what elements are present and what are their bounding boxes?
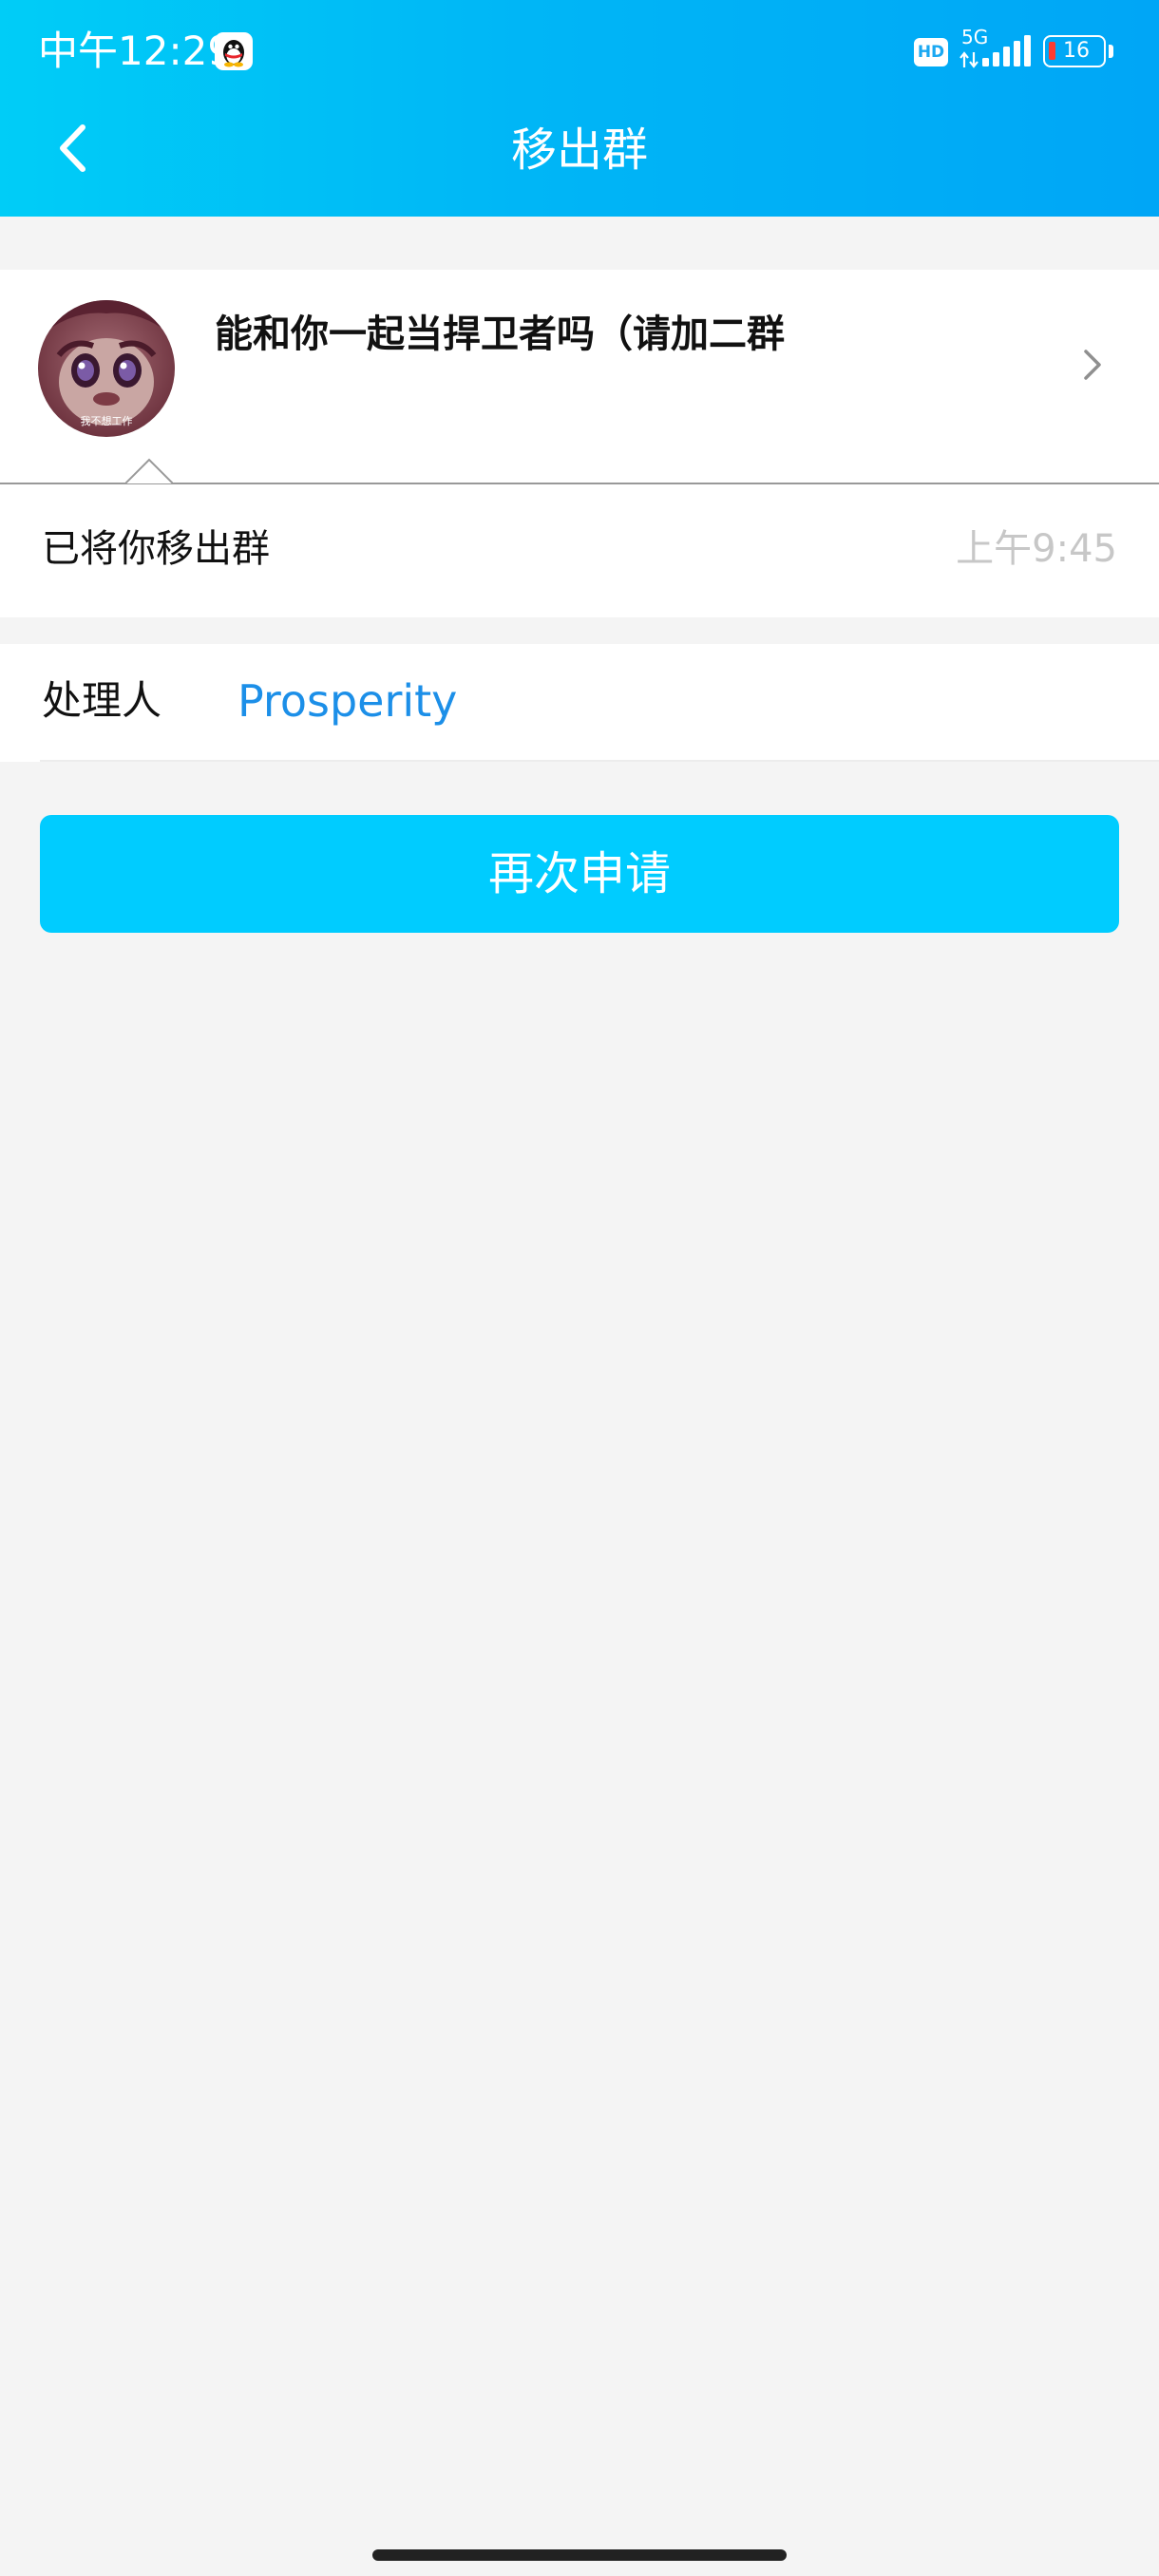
battery-tip bbox=[1109, 45, 1113, 58]
signal-strength-icon bbox=[982, 35, 1031, 66]
avatar-caption: 我不想工作 bbox=[81, 414, 133, 427]
pointer-notch bbox=[125, 458, 173, 484]
home-indicator[interactable] bbox=[372, 2549, 787, 2561]
status-time: 中午12:29 bbox=[38, 28, 234, 74]
group-info-row[interactable]: 我不想工作 能和你一起当捍卫者吗（请加二群 bbox=[0, 270, 1159, 483]
qq-notification-icon bbox=[215, 32, 253, 70]
battery-level-text: 16 bbox=[1063, 39, 1090, 63]
group-name: 能和你一起当捍卫者吗（请加二群 bbox=[215, 313, 785, 356]
handler-name-link[interactable]: Prosperity bbox=[238, 672, 457, 729]
chevron-right-icon bbox=[1084, 350, 1101, 380]
data-arrows-icon bbox=[960, 51, 978, 68]
group-avatar[interactable]: 我不想工作 bbox=[38, 300, 175, 437]
hd-badge: HD bbox=[914, 38, 948, 66]
card-divider bbox=[0, 483, 1159, 484]
message-time: 上午9:45 bbox=[956, 527, 1117, 571]
battery-icon: 16 bbox=[1043, 35, 1106, 67]
message-text: 已将你移出群 bbox=[42, 527, 270, 571]
reapply-button[interactable]: 再次申请 bbox=[40, 815, 1119, 933]
message-row: 已将你移出群 上午9:45 bbox=[0, 484, 1159, 617]
app-header: 中午12:29 HD 5G 16 移出群 bbox=[0, 0, 1159, 217]
row-separator bbox=[40, 760, 1159, 762]
handler-row: 处理人 Prosperity bbox=[0, 644, 1159, 762]
handler-label: 处理人 bbox=[42, 677, 162, 724]
page-title: 移出群 bbox=[510, 123, 648, 177]
